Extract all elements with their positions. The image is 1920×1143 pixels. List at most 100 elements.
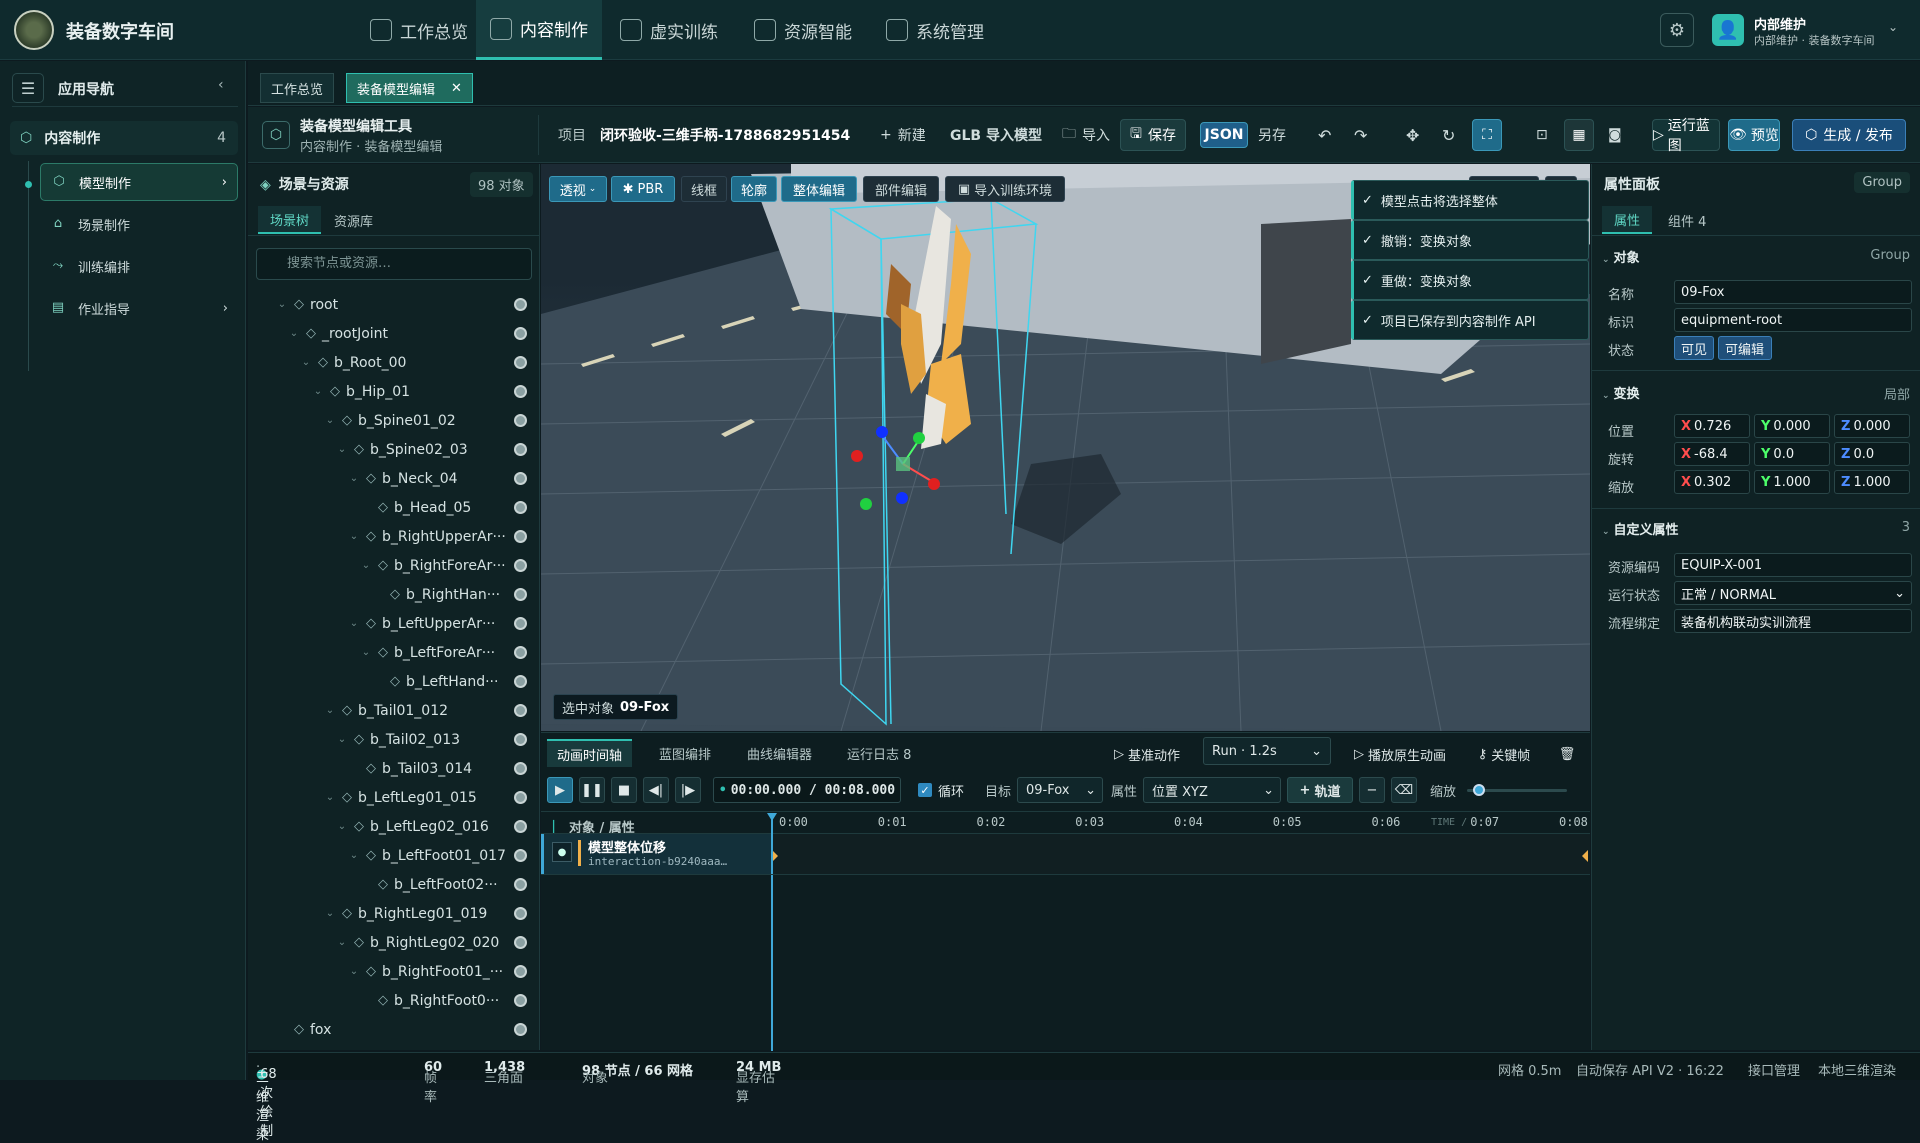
chevron-down-icon[interactable]: ⌄ <box>1888 20 1898 34</box>
playhead[interactable] <box>771 813 773 1051</box>
stop-button[interactable]: ■ <box>611 777 637 803</box>
close-icon[interactable]: ✕ <box>451 81 462 96</box>
chevron-left-icon[interactable]: ‹ <box>218 77 224 93</box>
id-field[interactable]: equipment-root <box>1674 308 1912 332</box>
editable-toggle[interactable]: 可编辑 <box>1718 336 1772 360</box>
chevron-down-icon[interactable]: ⌄ <box>336 821 348 832</box>
loop-checkbox[interactable]: ✓ 循环 <box>911 777 971 803</box>
code-field[interactable]: EQUIP-X-001 <box>1674 553 1912 577</box>
pos-y-field[interactable]: Y 0.000 <box>1754 414 1830 438</box>
playhead-handle[interactable] <box>767 813 777 821</box>
3d-viewport[interactable]: 透视⌄ ✱PBR 线框 轮廓 整体编辑 部件编辑 ▣导入训练环境 ⊡聚焦 ◙ ✓… <box>541 164 1590 731</box>
tree-node[interactable]: ⌄ ◇ b_Spine02_03 <box>248 435 538 464</box>
tab-components[interactable]: 组件 4 <box>1656 206 1718 234</box>
add-track-button[interactable]: + 轨道 <box>1287 777 1353 803</box>
scale-tool[interactable]: ⛶ <box>1472 119 1502 151</box>
chevron-down-icon[interactable]: ⌄ <box>348 850 360 861</box>
visibility-icon[interactable] <box>514 472 527 485</box>
visibility-icon[interactable] <box>514 530 527 543</box>
import-button[interactable]: 🗀 导入 <box>1056 121 1116 149</box>
chevron-down-icon[interactable]: ⌄ <box>360 647 372 658</box>
tab-scene-tree[interactable]: 场景树 <box>258 206 322 234</box>
tree-node[interactable]: ⌄ ◇ b_Hip_01 <box>248 377 538 406</box>
whole-edit-toggle[interactable]: 整体编辑 <box>781 176 857 202</box>
topnav-training[interactable]: 虚实训练 <box>606 0 732 60</box>
tree-node[interactable]: ⌄ ◇ b_RightLeg02_020 <box>248 928 538 957</box>
tree-node[interactable]: ◇ fox <box>248 1015 538 1044</box>
tab-asset-library[interactable]: 资源库 <box>322 206 385 234</box>
visibility-icon[interactable] <box>514 1023 527 1036</box>
part-edit-toggle[interactable]: 部件编辑 <box>863 176 939 202</box>
chevron-down-icon[interactable]: ⌄ <box>324 792 336 803</box>
tab-run-log[interactable]: 运行日志 8 <box>837 739 921 767</box>
play-button[interactable]: ▶ <box>547 777 573 803</box>
menu-button[interactable]: ☰ <box>12 73 44 103</box>
chevron-down-icon[interactable]: ⌄ <box>324 415 336 426</box>
delete-button[interactable]: 🗑 <box>1553 741 1581 767</box>
chevron-down-icon[interactable]: ⌄ <box>348 966 360 977</box>
new-button[interactable]: + 新建 <box>874 121 932 149</box>
visibility-icon[interactable] <box>514 443 527 456</box>
tree-node[interactable]: ⌄ ◇ b_RightForeAr··· <box>248 551 538 580</box>
track-lane[interactable] <box>772 834 1590 874</box>
chevron-down-icon[interactable]: ⌄ <box>336 444 348 455</box>
scale-y-field[interactable]: Y 1.000 <box>1754 470 1830 494</box>
publish-button[interactable]: ⬡ 生成 / 发布 <box>1792 119 1906 151</box>
tree-node[interactable]: ⌄ ◇ b_RightLeg01_019 <box>248 899 538 928</box>
visibility-icon[interactable] <box>514 733 527 746</box>
rot-z-field[interactable]: Z 0.0 <box>1834 442 1910 466</box>
tree-node[interactable]: ◇ b_Head_05 <box>248 493 538 522</box>
tree-node[interactable]: ◇ b_Tail03_014 <box>248 754 538 783</box>
preview-button[interactable]: 👁 预览 <box>1728 119 1780 151</box>
pos-x-field[interactable]: X 0.726 <box>1674 414 1750 438</box>
save-as-button[interactable]: 另存 <box>1252 121 1292 149</box>
nav-item-guide[interactable]: ▤ 作业指导 › <box>40 289 238 327</box>
visibility-icon[interactable] <box>514 501 527 514</box>
glb-import-button[interactable]: GLB 导入模型 <box>944 121 1048 149</box>
keyframe-end[interactable] <box>1582 850 1588 862</box>
api-management-link[interactable]: 接口管理 <box>1748 1060 1800 1079</box>
tree-node[interactable]: ⌄ ◇ b_LeftForeAr··· <box>248 638 538 667</box>
tab-animation-timeline[interactable]: 动画时间轴 <box>547 739 633 767</box>
wireframe-toggle[interactable]: 线框 <box>681 176 727 202</box>
chevron-down-icon[interactable]: ⌄ <box>348 531 360 542</box>
property-select[interactable]: 位置 XYZ ⌄ <box>1143 777 1281 803</box>
pos-z-field[interactable]: Z 0.000 <box>1834 414 1910 438</box>
tree-node[interactable]: ◇ b_RightHan··· <box>248 580 538 609</box>
frame-button[interactable]: ⊡ <box>1530 121 1554 149</box>
tab-properties[interactable]: 属性 <box>1602 206 1653 234</box>
topnav-content[interactable]: 内容制作 <box>476 0 602 60</box>
pbr-toggle[interactable]: ✱ PBR <box>611 176 675 202</box>
visibility-icon[interactable] <box>514 994 527 1007</box>
perspective-toggle[interactable]: 透视 ⌄ <box>549 176 607 202</box>
chevron-down-icon[interactable]: ⌄ <box>336 937 348 948</box>
nav-group-content[interactable]: ⬡ 内容制作 4 <box>10 121 238 155</box>
pause-button[interactable]: ❚❚ <box>579 777 605 803</box>
tree-node[interactable]: ⌄ ◇ b_Root_00 <box>248 348 538 377</box>
topnav-overview[interactable]: 工作总览 <box>356 0 482 60</box>
chevron-down-icon[interactable]: ⌄ <box>276 299 288 310</box>
section-object[interactable]: ⌄ 对象 <box>1602 247 1640 266</box>
flow-field[interactable]: 装备机构联动实训流程 <box>1674 609 1912 633</box>
prev-frame-button[interactable]: ◀| <box>643 777 669 803</box>
topnav-resources[interactable]: 资源智能 <box>740 0 866 60</box>
rot-x-field[interactable]: X -68.4 <box>1674 442 1750 466</box>
visibility-icon[interactable] <box>514 559 527 572</box>
visibility-icon[interactable] <box>514 588 527 601</box>
avatar[interactable]: 👤 <box>1712 14 1744 46</box>
section-transform[interactable]: ⌄ 变换 <box>1602 383 1640 402</box>
tree-node[interactable]: ⌄ ◇ b_Tail02_013 <box>248 725 538 754</box>
keyframe-button[interactable]: ⚷ 关键帧 <box>1471 741 1537 767</box>
tree-node[interactable]: ⌄ ◇ b_Tail01_012 <box>248 696 538 725</box>
visibility-icon[interactable] <box>514 327 527 340</box>
zoom-slider-handle[interactable] <box>1473 784 1485 796</box>
visibility-icon[interactable] <box>514 965 527 978</box>
visibility-icon[interactable] <box>514 675 527 688</box>
topnav-system[interactable]: 系统管理 <box>872 0 998 60</box>
tree-node[interactable]: ⌄ ◇ b_LeftFoot01_017 <box>248 841 538 870</box>
name-field[interactable]: 09-Fox <box>1674 280 1912 304</box>
status-select[interactable]: 正常 / NORMAL ⌄ <box>1674 581 1912 605</box>
remove-track-button[interactable]: − <box>1359 777 1385 803</box>
visibility-icon[interactable] <box>514 849 527 862</box>
tab-model-edit[interactable]: 装备模型编辑 ✕ <box>346 73 473 103</box>
